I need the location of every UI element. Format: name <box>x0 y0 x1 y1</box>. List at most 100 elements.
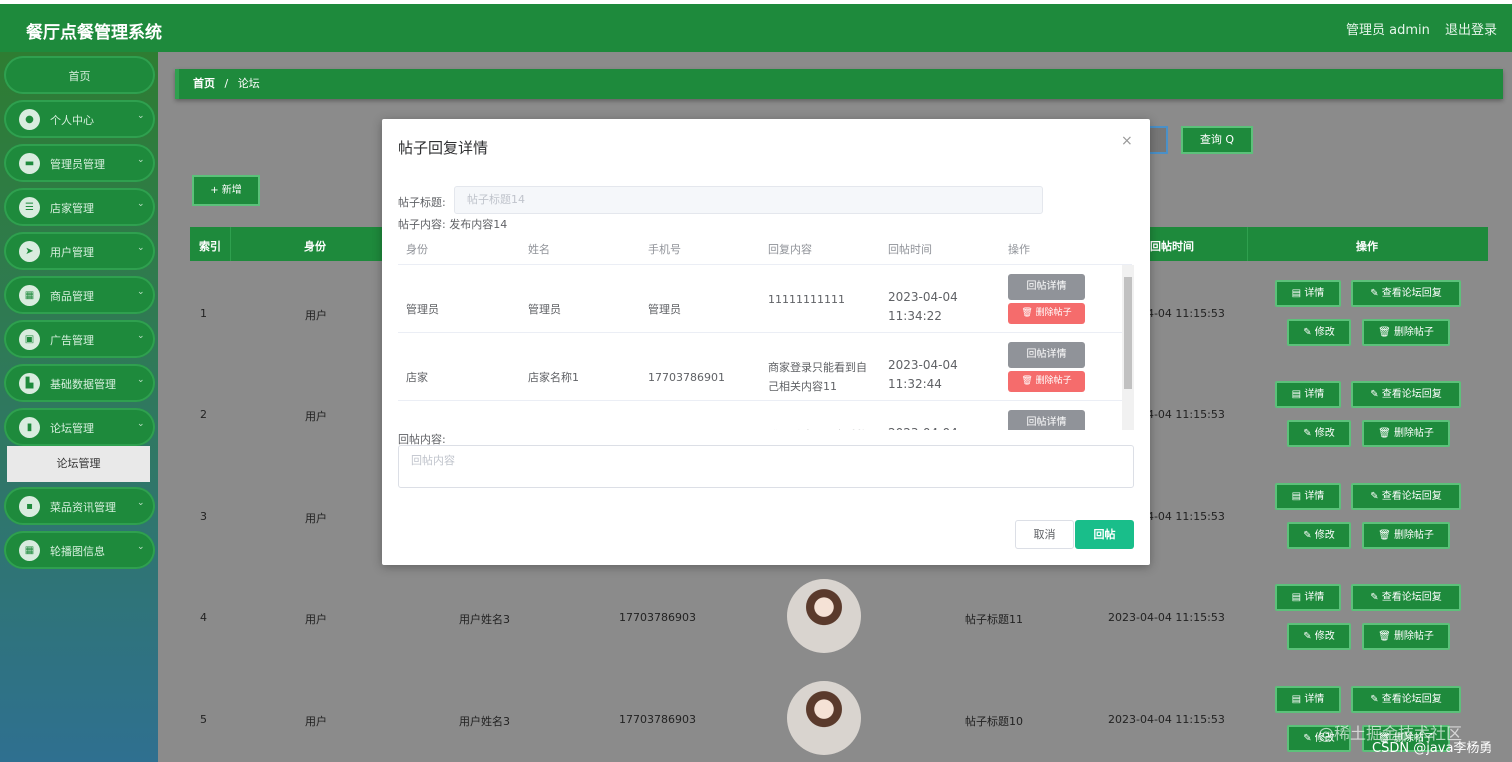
row-index: 2 <box>200 408 207 421</box>
view-replies-button[interactable]: ✎ 查看论坛回复 <box>1351 584 1461 611</box>
sidebar-item-label: 用户管理 <box>50 246 94 259</box>
breadcrumb-current: 论坛 <box>237 77 260 90</box>
breadcrumb-home[interactable]: 首页 <box>193 77 215 90</box>
post-content-label: 帖子内容: 发布内容14 <box>398 218 508 231</box>
reply-content-input[interactable]: 回帖内容 <box>398 445 1134 488</box>
sidebar-item-2[interactable]: ☰ 店家管理 ⌄ <box>4 188 155 226</box>
bar-chart-icon: ▮ <box>19 417 40 438</box>
chevron-down-icon: ⌄ <box>137 199 145 209</box>
delete-button[interactable]: 🗑 删除帖子 <box>1362 420 1450 447</box>
edit-icon: ✎ <box>1370 592 1382 603</box>
list-icon: ☰ <box>19 197 40 218</box>
dialog-title: 帖子回复详情 <box>398 139 489 157</box>
post-title-label: 帖子标题: <box>398 196 446 209</box>
detail-button[interactable]: ▤ 详情 <box>1275 280 1341 307</box>
reply-delete-button[interactable]: 🗑 删除帖子 <box>1008 371 1085 392</box>
view-replies-button[interactable]: ✎ 查看论坛回复 <box>1351 280 1461 307</box>
edit-button[interactable]: ✎ 修改 <box>1287 319 1351 346</box>
reply-table[interactable]: 管理员 管理员 管理员 11111111111 2023-04-04 11:34:22 回… <box>398 265 1135 430</box>
trash-icon: 🗑 <box>1378 327 1394 338</box>
sidebar-item-label: 首页 <box>68 70 91 83</box>
chevron-down-icon: ⌄ <box>137 287 145 297</box>
reply-identity: 店家 <box>406 371 428 384</box>
col-time: 回帖时间 <box>888 243 932 256</box>
edit-button[interactable]: ✎ 修改 <box>1287 420 1351 447</box>
detail-button[interactable]: ▤ 详情 <box>1275 483 1341 510</box>
detail-button[interactable]: ▤ 详情 <box>1275 686 1341 713</box>
reply-name: 店家名称1 <box>528 371 579 384</box>
view-replies-button[interactable]: ✎ 查看论坛回复 <box>1351 483 1461 510</box>
document-icon: ▤ <box>1291 389 1305 400</box>
sidebar-item-label: 广告管理 <box>50 334 94 347</box>
reply-time: 2023-04-04 11:30:5 <box>888 424 1000 430</box>
reply-delete-label: 删除帖子 <box>1035 308 1072 318</box>
sidebar-item-3[interactable]: ➤ 用户管理 ⌄ <box>4 232 155 270</box>
sidebar-item-label: 个人中心 <box>50 114 94 127</box>
edit-label: 修改 <box>1314 530 1335 541</box>
chevron-down-icon: ⌄ <box>137 155 145 165</box>
add-button[interactable]: + 新增 <box>192 175 260 206</box>
delete-button[interactable]: 🗑 删除帖子 <box>1362 522 1450 549</box>
submit-reply-button[interactable]: 回帖 <box>1075 520 1134 549</box>
post-title-field: 帖子标题14 <box>454 186 1043 214</box>
scrollbar[interactable] <box>1122 265 1134 430</box>
sidebar-item-home[interactable]: 首页 <box>4 56 155 94</box>
query-button[interactable]: 查询 Q <box>1181 126 1253 154</box>
sidebar-item-label: 轮播图信息 <box>50 545 105 558</box>
header-index: 索引 <box>199 240 221 253</box>
view-replies-button[interactable]: ✎ 查看论坛回复 <box>1351 686 1461 713</box>
sidebar-subitem-forum[interactable]: 论坛管理 <box>7 446 150 482</box>
sidebar-item-9[interactable]: ▦ 轮播图信息 ⌄ <box>4 531 155 569</box>
edit-button[interactable]: ✎ 修改 <box>1287 623 1351 650</box>
reply-detail-button[interactable]: 回帖详情 <box>1008 274 1085 300</box>
reply-detail-dialog: 帖子回复详情 × 帖子标题: 帖子标题14 帖子内容: 发布内容14 身份 姓名… <box>382 119 1150 565</box>
view-replies-button[interactable]: ✎ 查看论坛回复 <box>1351 381 1461 408</box>
avatar <box>787 681 861 755</box>
edit-label: 修改 <box>1314 327 1335 338</box>
sidebar-item-1[interactable]: ▬ 管理员管理 ⌄ <box>4 144 155 182</box>
chevron-down-icon: ⌄ <box>137 375 145 385</box>
delete-button[interactable]: 🗑 删除帖子 <box>1362 319 1450 346</box>
sidebar-item-4[interactable]: ▦ 商品管理 ⌄ <box>4 276 155 314</box>
sidebar-item-6[interactable]: ▙ 基础数据管理 ⌄ <box>4 364 155 402</box>
reply-detail-button[interactable]: 回帖详情 <box>1008 342 1085 368</box>
row-phone: 17703786903 <box>619 611 696 624</box>
col-name: 姓名 <box>528 243 550 256</box>
sidebar-item-0[interactable]: ● 个人中心 ⌄ <box>4 100 155 138</box>
detail-button[interactable]: ▤ 详情 <box>1275 381 1341 408</box>
delete-button[interactable]: 🗑 删除帖子 <box>1362 623 1450 650</box>
edit-button[interactable]: ✎ 修改 <box>1287 522 1351 549</box>
detail-label: 详情 <box>1304 389 1325 400</box>
close-icon[interactable]: × <box>1121 133 1133 149</box>
app-title: 餐厅点餐管理系统 <box>26 23 162 43</box>
sidebar-item-8[interactable]: ▪ 菜品资讯管理 ⌄ <box>4 487 155 525</box>
scrollbar-thumb[interactable] <box>1124 277 1132 389</box>
header-identity: 身份 <box>304 240 326 253</box>
chat-icon: ▪ <box>19 496 40 517</box>
detail-label: 详情 <box>1304 592 1325 603</box>
sidebar-item-7[interactable]: ▮ 论坛管理 ⌄ <box>4 408 155 446</box>
sidebar-item-label: 管理员管理 <box>50 158 105 171</box>
edit-icon: ✎ <box>1303 530 1315 541</box>
reply-content: 登录后才可以查看数 <box>768 426 876 430</box>
edit-icon: ✎ <box>1303 428 1315 439</box>
view-replies-label: 查看论坛回复 <box>1381 288 1442 299</box>
delete-label: 删除帖子 <box>1393 428 1434 439</box>
delete-label: 删除帖子 <box>1393 530 1434 541</box>
row-name: 用户姓名3 <box>459 613 510 626</box>
breadcrumb-separator: / <box>224 77 229 90</box>
top-bar: 餐厅点餐管理系统 管理员 admin 退出登录 <box>0 0 1512 52</box>
reply-detail-button[interactable]: 回帖详情 <box>1008 410 1085 430</box>
cancel-button[interactable]: 取消 <box>1015 520 1074 549</box>
chevron-down-icon: ⌄ <box>137 419 145 429</box>
detail-button[interactable]: ▤ 详情 <box>1275 584 1341 611</box>
reply-phone: 管理员 <box>648 303 681 316</box>
sidebar-item-5[interactable]: ▣ 广告管理 ⌄ <box>4 320 155 358</box>
row-index: 5 <box>200 713 207 726</box>
logout-link[interactable]: 退出登录 <box>1445 19 1497 38</box>
edit-label: 修改 <box>1314 631 1335 642</box>
row-identity: 用户 <box>305 512 327 525</box>
reply-content: 11111111111 <box>768 293 845 306</box>
view-replies-label: 查看论坛回复 <box>1381 592 1442 603</box>
reply-delete-button[interactable]: 🗑 删除帖子 <box>1008 303 1085 324</box>
